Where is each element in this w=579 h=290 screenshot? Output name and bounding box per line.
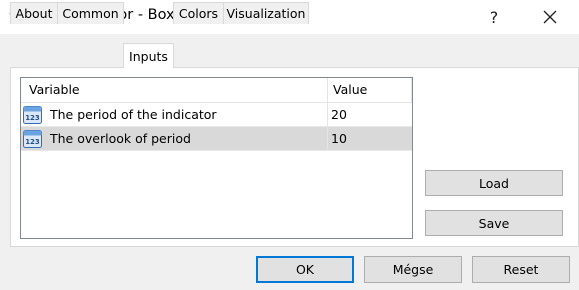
tab-common[interactable]: Common xyxy=(57,2,124,24)
tab-label: Inputs xyxy=(129,48,168,64)
ok-button[interactable]: OK xyxy=(256,256,354,283)
save-button[interactable]: Save xyxy=(425,210,563,236)
column-header-variable[interactable]: Variable xyxy=(29,78,80,102)
tab-label: Colors xyxy=(178,6,219,21)
cell-separator xyxy=(327,103,328,127)
svg-text:123: 123 xyxy=(25,138,40,146)
number-123-icon: 123 xyxy=(23,130,42,148)
number-123-icon: 123 xyxy=(23,106,42,124)
column-separator[interactable] xyxy=(327,78,328,102)
cell-separator xyxy=(327,127,328,151)
cancel-button[interactable]: Mégse xyxy=(364,256,462,283)
help-button[interactable]: ? xyxy=(471,0,517,34)
close-button[interactable] xyxy=(527,0,573,34)
variable-name: The period of the indicator xyxy=(50,107,217,122)
inputs-grid[interactable]: Variable Value 123 The period of the ind… xyxy=(20,77,413,239)
table-row[interactable]: 123 The period of the indicator 20 xyxy=(21,103,412,127)
column-separator[interactable] xyxy=(411,78,412,102)
close-icon xyxy=(543,10,557,24)
table-row[interactable]: 123 The overlook of period 10 xyxy=(21,127,412,151)
load-button[interactable]: Load xyxy=(425,170,563,196)
tab-visualization[interactable]: Visualization xyxy=(223,2,309,24)
svg-text:123: 123 xyxy=(25,114,40,122)
variable-name: The overlook of period xyxy=(50,131,191,146)
grid-header: Variable Value xyxy=(21,78,412,103)
tab-colors[interactable]: Colors xyxy=(173,2,224,24)
tab-label: About xyxy=(15,6,53,21)
help-icon: ? xyxy=(489,7,499,27)
tab-about[interactable]: About xyxy=(10,2,58,24)
tab-inputs[interactable]: Inputs xyxy=(123,43,174,68)
variable-value[interactable]: 20 xyxy=(331,103,347,127)
tab-label: Common xyxy=(62,6,119,21)
column-header-value[interactable]: Value xyxy=(333,78,367,102)
reset-button[interactable]: Reset xyxy=(472,256,570,283)
tab-label: Visualization xyxy=(226,6,306,21)
variable-value[interactable]: 10 xyxy=(331,127,347,151)
